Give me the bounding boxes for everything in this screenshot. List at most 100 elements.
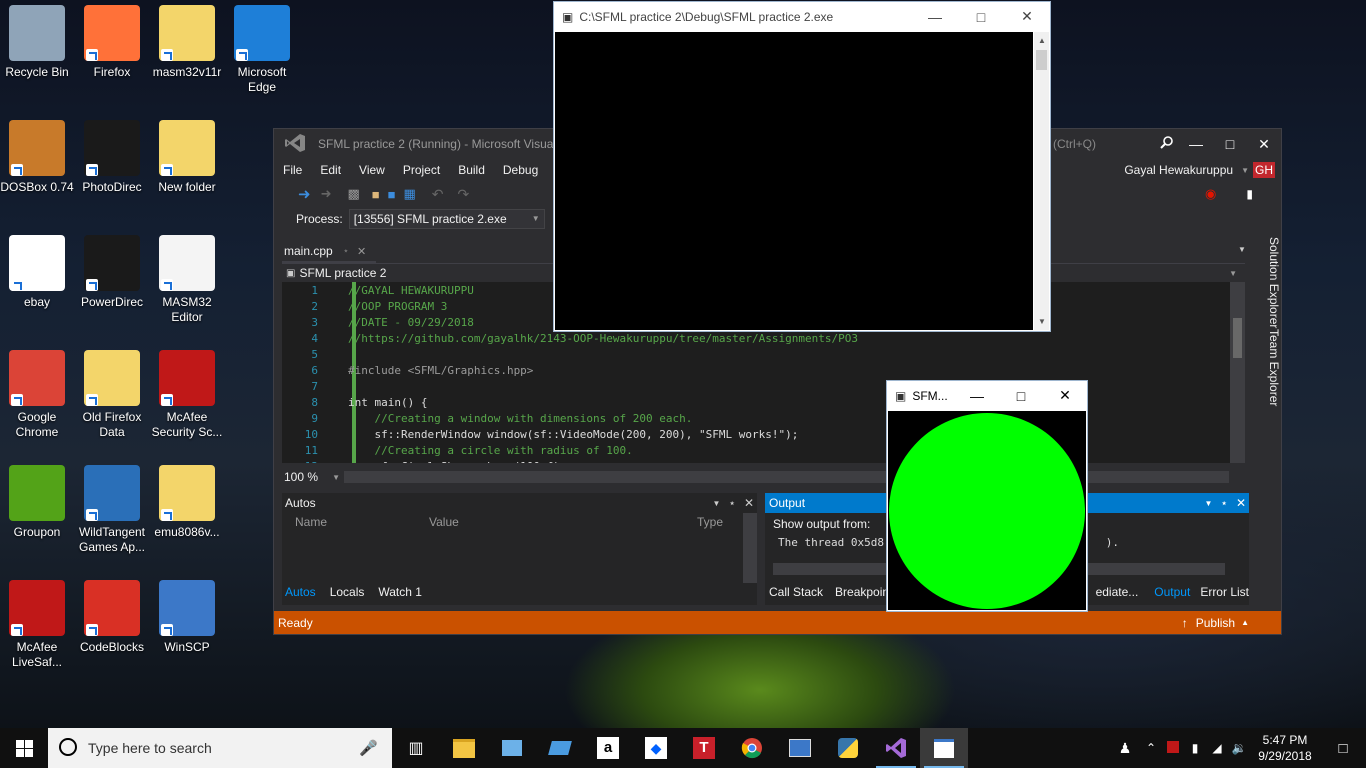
console-output-area[interactable] [555, 32, 1033, 330]
amazon-icon[interactable]: a [584, 728, 632, 768]
publish-button[interactable]: Publish [1196, 616, 1235, 630]
remote-desktop-icon[interactable] [776, 728, 824, 768]
close-icon[interactable]: ✕ [744, 496, 754, 510]
sfml-close-button[interactable]: ✕ [1043, 387, 1087, 404]
code-line[interactable]: 7 [282, 379, 858, 395]
menu-debug[interactable]: Debug [494, 163, 547, 177]
visual-studio-taskbar-icon[interactable] [872, 728, 920, 768]
control-panel-icon[interactable] [488, 728, 536, 768]
output-text[interactable]: The thread 0x5d8 [778, 535, 884, 551]
horizontal-scrollbar[interactable] [344, 471, 1229, 483]
python-icon[interactable] [824, 728, 872, 768]
desktop-icon-mcafee-livesafe[interactable]: McAfee LiveSaf... [0, 580, 74, 670]
code-line[interactable]: 4 //https://github.com/gayalhk/2143-OOP-H… [282, 331, 858, 347]
chevron-down-icon[interactable]: ▼ [713, 499, 721, 508]
desktop-icon-codeblocks[interactable]: CodeBlocks [75, 580, 149, 655]
desktop-icon-dosbox[interactable]: DOSBox 0.74 [0, 120, 74, 195]
tab-immediate[interactable]: ediate... [1096, 585, 1139, 599]
menu-project[interactable]: Project [394, 163, 449, 177]
console-maximize-button[interactable]: □ [958, 9, 1004, 25]
desktop-icon-new-folder[interactable]: New folder [150, 120, 224, 195]
vs-maximize-button[interactable]: □ [1213, 136, 1247, 152]
process-dropdown[interactable]: [13556] SFML practice 2.exe ▼ [348, 209, 545, 229]
console-scrollbar[interactable]: ▲ ▼ [1034, 32, 1049, 330]
save-icon[interactable]: ■ [388, 187, 396, 202]
console-minimize-button[interactable]: — [912, 9, 958, 25]
autos-scrollbar[interactable] [743, 513, 757, 583]
desktop-icon-microsoft-edge[interactable]: Microsoft Edge [225, 5, 299, 95]
people-icon[interactable]: ♟ [1110, 740, 1140, 757]
chevron-down-icon[interactable]: ▼ [1205, 499, 1213, 508]
tab-breakpoints[interactable]: Breakpoint [835, 585, 892, 599]
notifications-icon[interactable]: □ [1320, 740, 1366, 757]
clock[interactable]: 5:47 PM 9/29/2018 [1250, 732, 1320, 764]
desktop-icon-groupon[interactable]: Groupon [0, 465, 74, 540]
column-value[interactable]: Value [429, 515, 697, 529]
desktop-icon-masm32v11r[interactable]: masm32v11r [150, 5, 224, 80]
sfml-render-area[interactable] [888, 411, 1086, 610]
desktop-icon-photodirector[interactable]: PhotoDirec [75, 120, 149, 195]
desktop-icon-powerdirector[interactable]: PowerDirec [75, 235, 149, 310]
pin-icon[interactable]: ⋆ [1220, 496, 1228, 510]
network-computer-icon[interactable] [536, 728, 584, 768]
column-name[interactable]: Name [295, 515, 429, 529]
tab-call-stack[interactable]: Call Stack [769, 585, 823, 599]
save-all-icon[interactable]: ▦ [404, 186, 416, 202]
tab-team-explorer[interactable]: Team Explorer [1267, 329, 1281, 419]
code-line[interactable]: 10 sf::RenderWindow window(sf::VideoMode… [282, 427, 858, 443]
desktop-icon-masm32-editor[interactable]: MASM32 Editor [150, 235, 224, 325]
document-tab-main-cpp[interactable]: main.cpp ⋆ ✕ [282, 241, 376, 263]
pin-icon[interactable]: ⋆ [343, 246, 349, 257]
editor-scrollbar[interactable] [1230, 282, 1245, 463]
back-icon[interactable]: ➜ [298, 185, 311, 203]
open-folder-icon[interactable]: ■ [372, 187, 380, 202]
redo-icon[interactable]: ↷ [458, 186, 470, 203]
vs-minimize-button[interactable]: — [1179, 136, 1213, 152]
column-type[interactable]: Type [697, 515, 723, 529]
menu-build[interactable]: Build [449, 163, 494, 177]
chrome-icon[interactable] [728, 728, 776, 768]
quick-launch-input[interactable]: n (Ctrl+Q) [1043, 137, 1153, 151]
pin-icon[interactable]: ⋆ [728, 496, 736, 510]
user-name[interactable]: Gayal Hewakuruppu [1120, 163, 1237, 177]
desktop-icon-ebay[interactable]: ebay [0, 235, 74, 310]
forward-icon[interactable]: ➜ [321, 186, 332, 202]
file-explorer-icon[interactable] [440, 728, 488, 768]
task-view-icon[interactable]: ▥ [392, 728, 440, 768]
search-input[interactable]: Type here to search [88, 740, 359, 756]
mcafee-tray-icon[interactable] [1162, 740, 1184, 756]
desktop-icon-google-chrome[interactable]: Google Chrome [0, 350, 74, 440]
new-item-icon[interactable]: ▩ [347, 186, 359, 202]
text-editor-icon[interactable]: T [680, 728, 728, 768]
console-close-button[interactable]: ✕ [1004, 8, 1050, 25]
code-line[interactable]: 5 [282, 347, 858, 363]
sfml-maximize-button[interactable]: □ [999, 388, 1043, 404]
chevron-down-icon[interactable]: ▼ [1237, 166, 1253, 175]
desktop-icon-wildtangent-games[interactable]: WildTangent Games Ap... [75, 465, 149, 555]
battery-icon[interactable]: ▮ [1184, 741, 1206, 755]
vs-close-button[interactable]: ✕ [1247, 136, 1281, 153]
sfml-minimize-button[interactable]: — [955, 388, 999, 404]
arrow-up-icon[interactable]: ↑ [1182, 616, 1188, 630]
microphone-icon[interactable]: 🎤 [359, 739, 378, 757]
search-icon[interactable] [1153, 136, 1179, 152]
menu-file[interactable]: File [274, 163, 311, 177]
tab-output[interactable]: Output [1154, 585, 1190, 599]
console-taskbar-icon[interactable] [920, 728, 968, 768]
scope-dropdown[interactable]: ▣ SFML practice 2 [282, 266, 386, 280]
code-line[interactable]: 6 #include <SFML/Graphics.hpp> [282, 363, 858, 379]
chevron-up-icon[interactable]: ▲ [1241, 618, 1249, 627]
breakpoint-icon[interactable]: ◉ [1205, 186, 1216, 202]
chevron-down-icon[interactable]: ▼ [1238, 245, 1246, 254]
volume-icon[interactable]: 🔉 [1228, 741, 1250, 755]
close-icon[interactable]: ✕ [1236, 496, 1246, 510]
chevron-up-icon[interactable]: ⌃ [1140, 741, 1162, 755]
desktop-icon-old-firefox-data[interactable]: Old Firefox Data [75, 350, 149, 440]
chevron-down-icon[interactable]: ▼ [1229, 269, 1237, 278]
search-box[interactable]: Type here to search 🎤 [48, 728, 392, 768]
zoom-control[interactable]: 100 % ▼ [282, 469, 340, 485]
bookmark-icon[interactable]: ▮ [1246, 187, 1253, 201]
desktop-icon-winscp[interactable]: WinSCP [150, 580, 224, 655]
tab-solution-explorer[interactable]: Solution Explorer [1267, 237, 1281, 328]
tab-watch-1[interactable]: Watch 1 [378, 585, 422, 599]
